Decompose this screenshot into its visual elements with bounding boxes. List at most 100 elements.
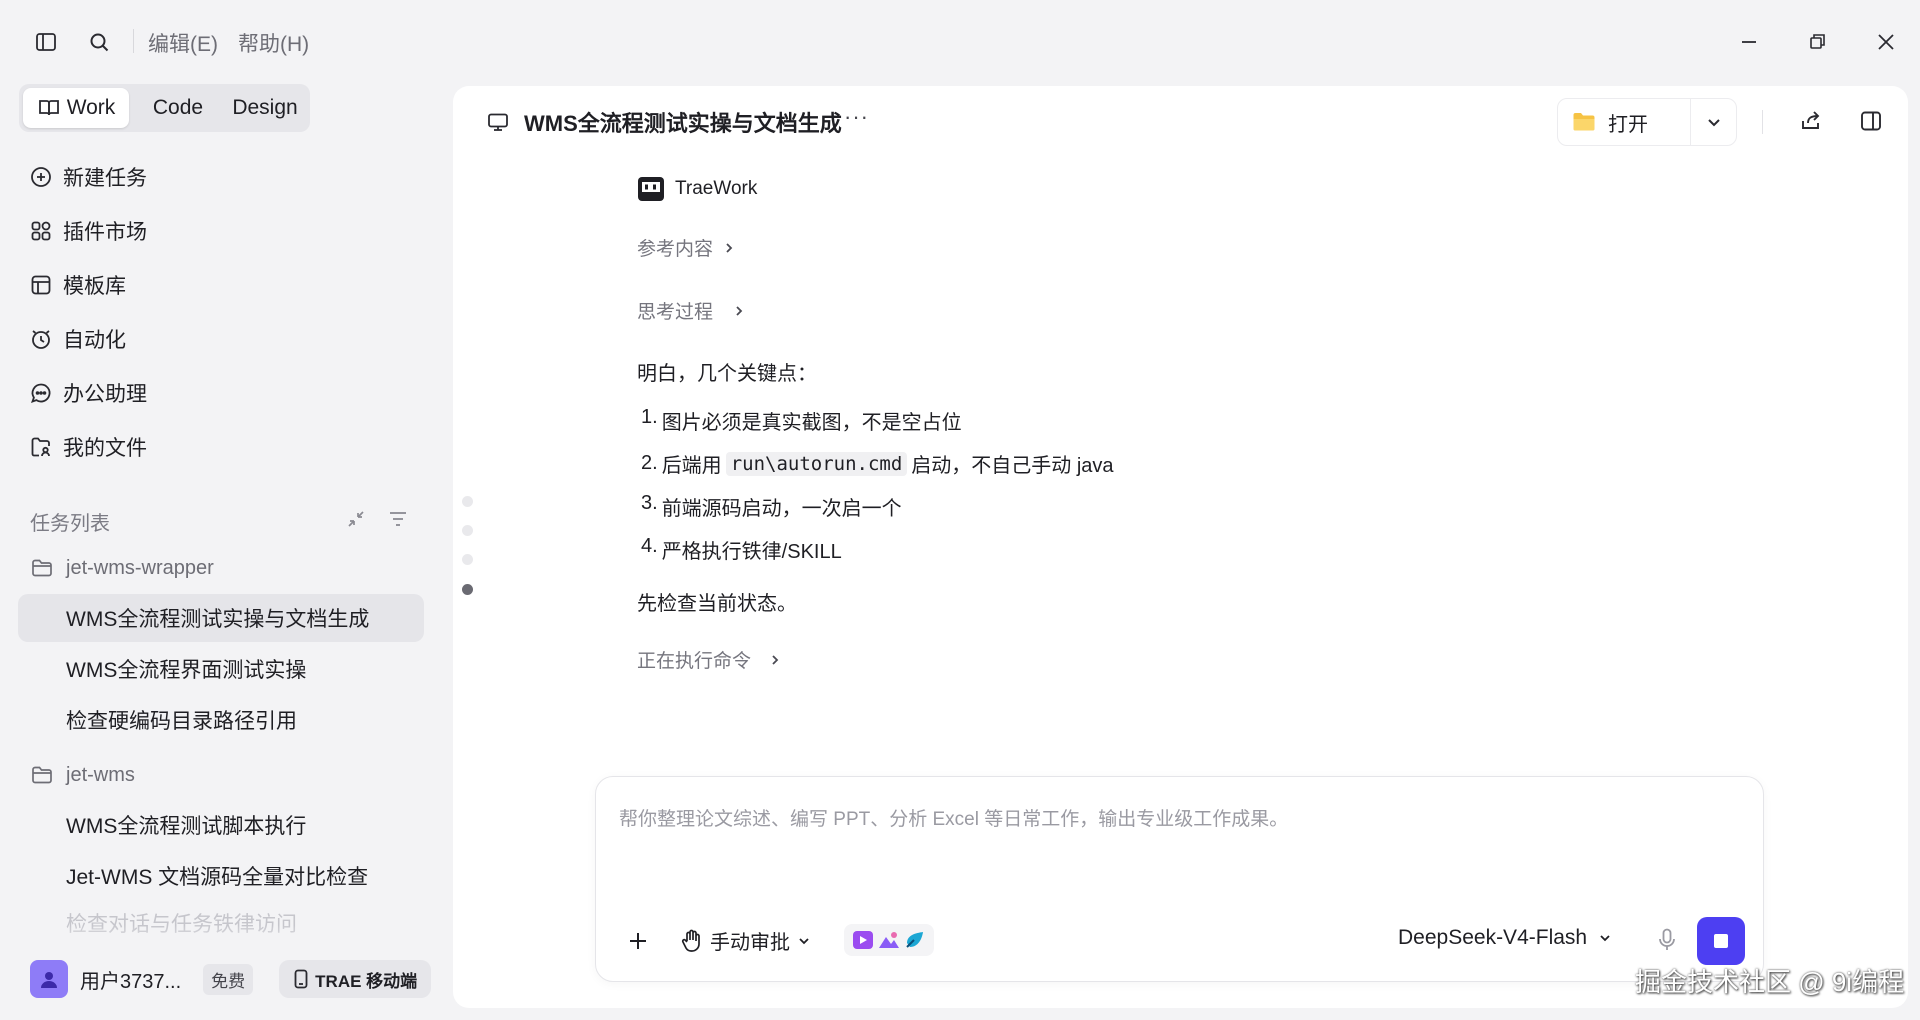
task-item[interactable]: WMS全流程界面测试实操: [18, 645, 424, 693]
user-name[interactable]: 用户3737...: [80, 965, 181, 994]
brush-icon: [904, 929, 926, 951]
model-label: DeepSeek-V4-Flash: [1398, 926, 1588, 949]
menu-edit[interactable]: 编辑(E): [148, 28, 218, 58]
approval-label: 手动审批: [710, 932, 790, 954]
list-item: 1. 图片必须是真实截图，不是空占位: [641, 406, 962, 435]
chevron-right-icon: [733, 304, 745, 318]
clock-icon: [29, 327, 53, 351]
chevron-down-icon[interactable]: [1703, 111, 1725, 133]
agent-header: TraeWork: [637, 176, 757, 202]
list-fade: [0, 925, 440, 955]
nav-new-task[interactable]: 新建任务: [29, 160, 147, 194]
timeline-dot-active[interactable]: [462, 584, 473, 595]
nav-office-assistant[interactable]: 办公助理: [29, 376, 147, 410]
tab-work-label: Work: [66, 96, 116, 119]
nav-automation[interactable]: 自动化: [29, 322, 126, 356]
sidebar-toggle-icon[interactable]: [34, 30, 58, 54]
agent-name: TraeWork: [675, 178, 758, 199]
list-number: 1.: [641, 406, 658, 428]
video-icon: [852, 929, 874, 951]
timeline-dot[interactable]: [462, 496, 473, 507]
approval-dropdown[interactable]: 手动审批: [680, 926, 812, 955]
header-divider: [1762, 110, 1763, 134]
model-selector[interactable]: DeepSeek-V4-Flash: [1398, 926, 1613, 950]
tab-code-label: Code: [152, 96, 204, 119]
folder-label: jet-wms-wrapper: [66, 556, 214, 579]
nav-label: 模板库: [63, 275, 126, 298]
nav-label: 新建任务: [63, 167, 147, 190]
nav-plugin-market[interactable]: 插件市场: [29, 214, 147, 248]
microphone-icon[interactable]: [1655, 927, 1679, 953]
hand-icon: [680, 928, 704, 954]
filter-icon[interactable]: [387, 508, 409, 530]
list-item: 4. 严格执行铁律/SKILL: [641, 535, 842, 564]
task-item[interactable]: WMS全流程测试脚本执行: [18, 801, 424, 849]
reference-toggle[interactable]: 参考内容: [637, 234, 735, 261]
close-icon[interactable]: [1872, 28, 1900, 56]
thinking-toggle[interactable]: 思考过程: [637, 297, 745, 324]
nav-my-files[interactable]: 我的文件: [29, 430, 147, 464]
apps-icon: [29, 219, 53, 243]
list-number: 2.: [641, 452, 658, 474]
trae-logo-icon: [637, 176, 665, 202]
more-options-button[interactable]: ···: [844, 104, 869, 130]
nav-label: 我的文件: [63, 437, 147, 460]
nav-label: 插件市场: [63, 221, 147, 244]
phone-icon: [293, 969, 309, 989]
list-item: 3. 前端源码启动，一次启一个: [641, 492, 902, 521]
restore-icon[interactable]: [1803, 28, 1831, 56]
mode-switcher: Work Code Design: [19, 84, 310, 132]
chevron-down-icon: [1597, 930, 1613, 946]
timeline-dot[interactable]: [462, 554, 473, 565]
menu-help[interactable]: 帮助(H): [238, 28, 309, 58]
reply-intro: 明白，几个关键点：: [637, 363, 817, 385]
search-icon[interactable]: [87, 30, 111, 54]
tab-work[interactable]: Work: [23, 88, 129, 128]
folder-icon: [30, 556, 54, 580]
list-text: 严格执行铁律/SKILL: [661, 541, 842, 563]
collapse-icon[interactable]: [345, 508, 367, 530]
open-button[interactable]: 打开: [1558, 99, 1690, 145]
task-item[interactable]: Jet-WMS 文档源码全量对比检查: [18, 852, 424, 900]
mobile-app-button[interactable]: TRAE 移动端: [279, 960, 432, 998]
thinking-label: 思考过程: [637, 302, 714, 323]
share-icon[interactable]: [1798, 108, 1824, 134]
tab-design[interactable]: Design: [223, 88, 307, 128]
tool-icons-group[interactable]: [844, 924, 934, 956]
folder-jet-wms[interactable]: jet-wms: [30, 760, 135, 790]
chevron-down-icon: [796, 933, 812, 949]
tab-code[interactable]: Code: [135, 88, 221, 128]
stop-icon: [1714, 934, 1728, 948]
chat-icon: [29, 381, 53, 405]
nav-templates[interactable]: 模板库: [29, 268, 126, 302]
executing-toggle[interactable]: 正在执行命令: [637, 646, 781, 673]
template-icon: [29, 273, 53, 297]
message-input-placeholder[interactable]: 帮你整理论文综述、编写 PPT、分析 Excel 等日常工作，输出专业级工作成果…: [619, 804, 1288, 831]
title-bar: 编辑(E) 帮助(H): [0, 0, 1920, 84]
folder-label: jet-wms: [66, 763, 135, 786]
list-text: 后端用: [661, 455, 722, 477]
image-icon: [878, 929, 900, 951]
stop-button[interactable]: [1697, 917, 1745, 965]
task-item[interactable]: WMS全流程测试实操与文档生成: [18, 594, 424, 642]
minimize-icon[interactable]: [1735, 28, 1763, 56]
list-number: 4.: [641, 535, 658, 557]
timeline-dot[interactable]: [462, 525, 473, 536]
list-item: 2. 后端用 run\autorun.cmd 启动，不自己手动 java: [641, 449, 1114, 478]
executing-label: 正在执行命令: [637, 651, 752, 672]
inline-code: run\autorun.cmd: [725, 451, 908, 476]
folder-jet-wms-wrapper[interactable]: jet-wms-wrapper: [30, 553, 214, 583]
list-text: 前端源码启动，一次启一个: [661, 498, 902, 520]
reference-label: 参考内容: [637, 239, 714, 260]
avatar[interactable]: [30, 960, 68, 998]
watermark: 掘金技术社区 @ 9i编程: [1635, 967, 1905, 997]
panel-toggle-icon[interactable]: [1858, 108, 1884, 134]
reply-followup: 先检查当前状态。: [637, 593, 797, 615]
tab-design-label: Design: [232, 96, 298, 119]
open-button-group: 打开: [1557, 98, 1737, 146]
task-item[interactable]: 检查硬编码目录路径引用: [18, 696, 424, 744]
add-icon[interactable]: [624, 927, 652, 955]
nav-label: 自动化: [63, 329, 126, 352]
list-text: 图片必须是真实截图，不是空占位: [661, 412, 962, 434]
monitor-icon: [486, 110, 510, 134]
